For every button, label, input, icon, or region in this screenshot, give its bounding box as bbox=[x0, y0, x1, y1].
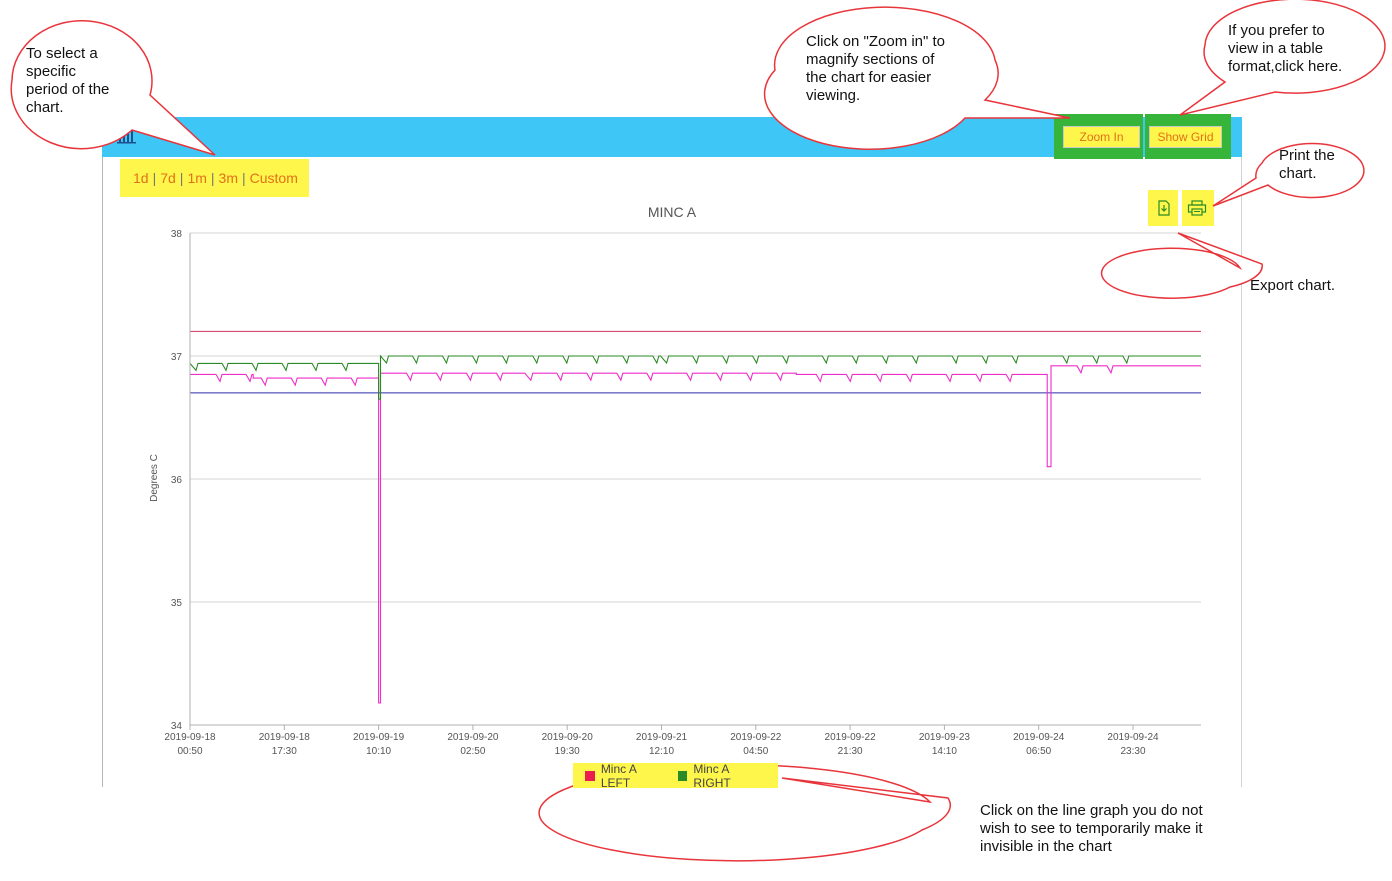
x-tick-label-date: 2019-09-20 bbox=[447, 732, 499, 743]
gridlines bbox=[190, 232, 1201, 603]
legend-label-right: Minc A RIGHT bbox=[693, 761, 731, 790]
x-tick-label-date: 2019-09-19 bbox=[353, 732, 405, 743]
callout-export-text: Export chart. bbox=[1250, 277, 1336, 294]
chart-title: MINC A bbox=[648, 204, 697, 220]
x-tick-label-time: 14:10 bbox=[932, 746, 957, 757]
legend-swatch-right bbox=[677, 770, 688, 781]
callout-period-text: To select a specific period of the chart… bbox=[26, 45, 110, 116]
x-axis-ticks: 2019-09-18 00:50 2019-09-18 17:30 2019-09-19… bbox=[164, 725, 1159, 757]
x-tick-label-time: 00:50 bbox=[177, 746, 202, 757]
callout-legend-text: Click on the line graph you do not wish … bbox=[980, 802, 1203, 855]
x-tick-label-time: 06:50 bbox=[1026, 746, 1051, 757]
x-tick-label-time: 02:50 bbox=[460, 746, 485, 757]
x-tick-label-time: 10:10 bbox=[366, 746, 391, 757]
legend-swatch-left bbox=[585, 770, 595, 781]
x-tick-label-time: 21:30 bbox=[838, 746, 863, 757]
x-tick-label-date: 2019-09-24 bbox=[1013, 732, 1065, 743]
y-tick-label: 34 bbox=[171, 721, 183, 732]
y-tick-label: 37 bbox=[171, 352, 183, 363]
x-tick-label-date: 2019-09-24 bbox=[1107, 732, 1159, 743]
y-tick-label: 38 bbox=[171, 229, 183, 240]
chart-canvas: MINC A Degrees C 34 35 36 37 38 2019-09-18 00… bbox=[10, 0, 1386, 862]
x-tick-label-date: 2019-09-18 bbox=[259, 732, 311, 743]
x-tick-label-time: 19:30 bbox=[555, 746, 580, 757]
y-tick-label: 35 bbox=[171, 598, 183, 609]
y-axis-ticks: 34 35 36 37 38 bbox=[171, 229, 183, 732]
legend-item-left[interactable]: Minc A LEFT bbox=[585, 762, 668, 790]
x-tick-label-date: 2019-09-21 bbox=[636, 732, 688, 743]
x-tick-label-time: 04:50 bbox=[743, 746, 768, 757]
x-tick-label-time: 17:30 bbox=[272, 746, 297, 757]
x-tick-label-date: 2019-09-22 bbox=[825, 732, 877, 743]
legend-label-left: Minc A LEFT bbox=[600, 761, 637, 790]
y-tick-label: 36 bbox=[171, 475, 183, 486]
series-group bbox=[189, 354, 1201, 704]
x-tick-label-time: 12:10 bbox=[649, 746, 674, 757]
callout-zoom-text: Click on "Zoom in" to magnify sections o… bbox=[806, 33, 946, 104]
x-tick-label-date: 2019-09-23 bbox=[919, 732, 971, 743]
x-tick-label-date: 2019-09-22 bbox=[730, 732, 782, 743]
series-line-minc-a-left bbox=[190, 365, 1201, 704]
chart-legend: Minc A LEFT Minc A RIGHT bbox=[573, 761, 778, 790]
callout-table-text: If you prefer to view in a table format,… bbox=[1228, 22, 1343, 75]
callout-export bbox=[1100, 232, 1263, 299]
x-tick-label-date: 2019-09-20 bbox=[542, 732, 594, 743]
callout-print-text: Print the chart. bbox=[1279, 147, 1335, 182]
y-axis-title: Degrees C bbox=[149, 454, 160, 502]
x-tick-label-time: 23:30 bbox=[1120, 746, 1145, 757]
x-tick-label-date: 2019-09-18 bbox=[164, 732, 216, 743]
legend-item-right[interactable]: Minc A RIGHT bbox=[677, 761, 768, 790]
